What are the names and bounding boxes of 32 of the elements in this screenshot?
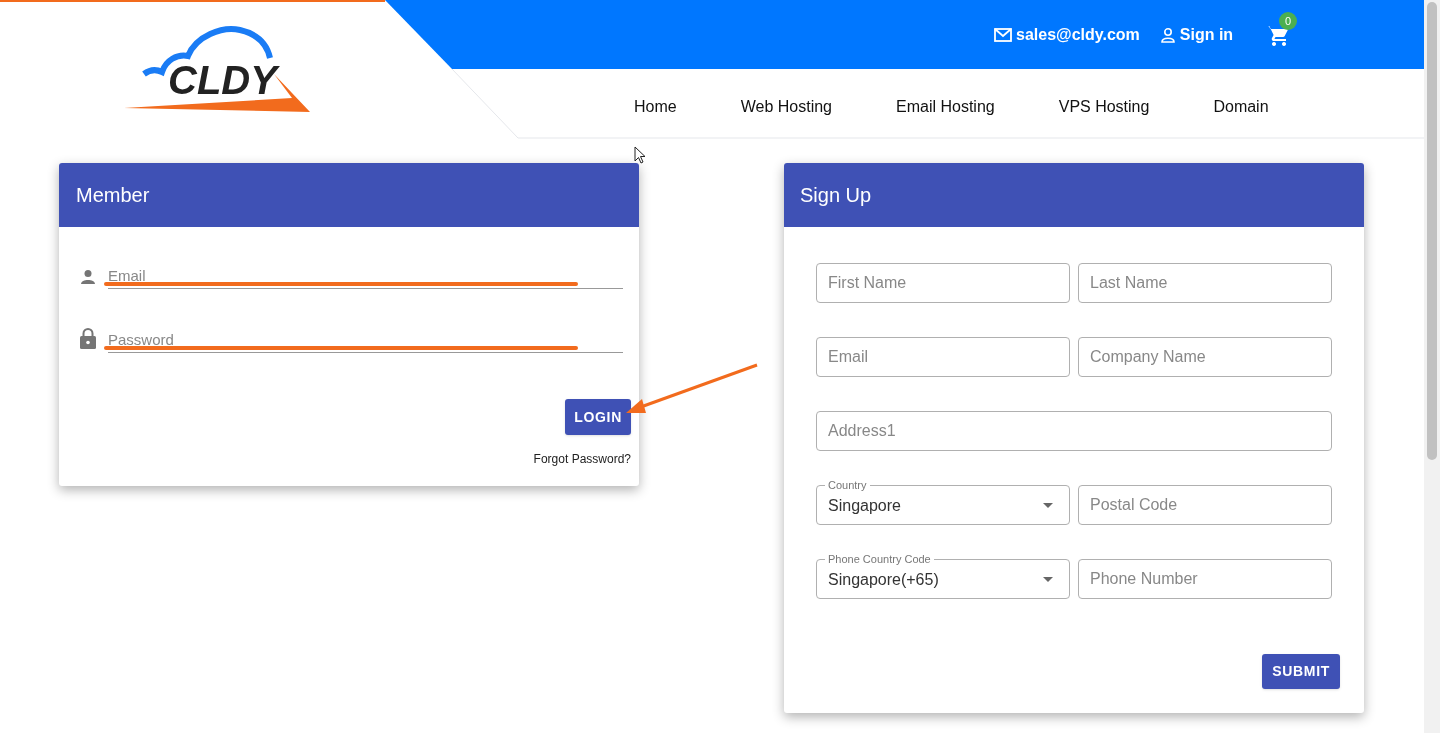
input-field[interactable]: Company Name <box>1078 337 1332 377</box>
forgot-password-link[interactable]: Forgot Password? <box>533 450 631 468</box>
card-title: Sign Up <box>800 183 872 208</box>
input-field[interactable]: Last Name <box>1078 263 1332 303</box>
logo[interactable]: CLDY <box>122 26 312 114</box>
input-field[interactable]: Postal Code <box>1078 485 1332 525</box>
nav-link[interactable]: VPS Hosting <box>1058 95 1150 119</box>
nav-link[interactable]: Domain <box>1213 95 1269 119</box>
select-value: Singapore(+65) <box>828 570 939 590</box>
email-link[interactable]: sales@cldy.com <box>994 23 1140 47</box>
scrollbar-thumb[interactable] <box>1427 2 1437 460</box>
field-label: Country <box>825 479 870 491</box>
dropdown-caret-icon <box>1043 502 1053 508</box>
submit-button[interactable]: SUBMIT <box>1262 654 1340 689</box>
nav-link[interactable]: Home <box>634 95 677 119</box>
dropdown-caret-icon <box>1043 576 1053 582</box>
card-title: Member <box>76 183 150 208</box>
person-icon <box>1159 27 1176 43</box>
input-field[interactable]: Address1 <box>816 411 1332 451</box>
nav-link[interactable]: Web Hosting <box>740 95 832 119</box>
login-button[interactable]: LOGIN <box>565 399 631 435</box>
sign-in-link[interactable]: Sign in <box>1159 23 1234 47</box>
input-field[interactable]: First Name <box>816 263 1070 303</box>
input-field[interactable]: Phone Number <box>1078 559 1332 599</box>
field-label: Phone Country Code <box>825 553 934 565</box>
person-icon <box>79 269 96 285</box>
mail-icon <box>994 28 1012 42</box>
select-value: Singapore <box>828 496 901 516</box>
nav-link[interactable]: Email Hosting <box>896 95 995 119</box>
input-field[interactable]: Email <box>816 337 1070 377</box>
mouse-pointer-icon <box>634 146 648 166</box>
lock-icon <box>79 328 96 349</box>
